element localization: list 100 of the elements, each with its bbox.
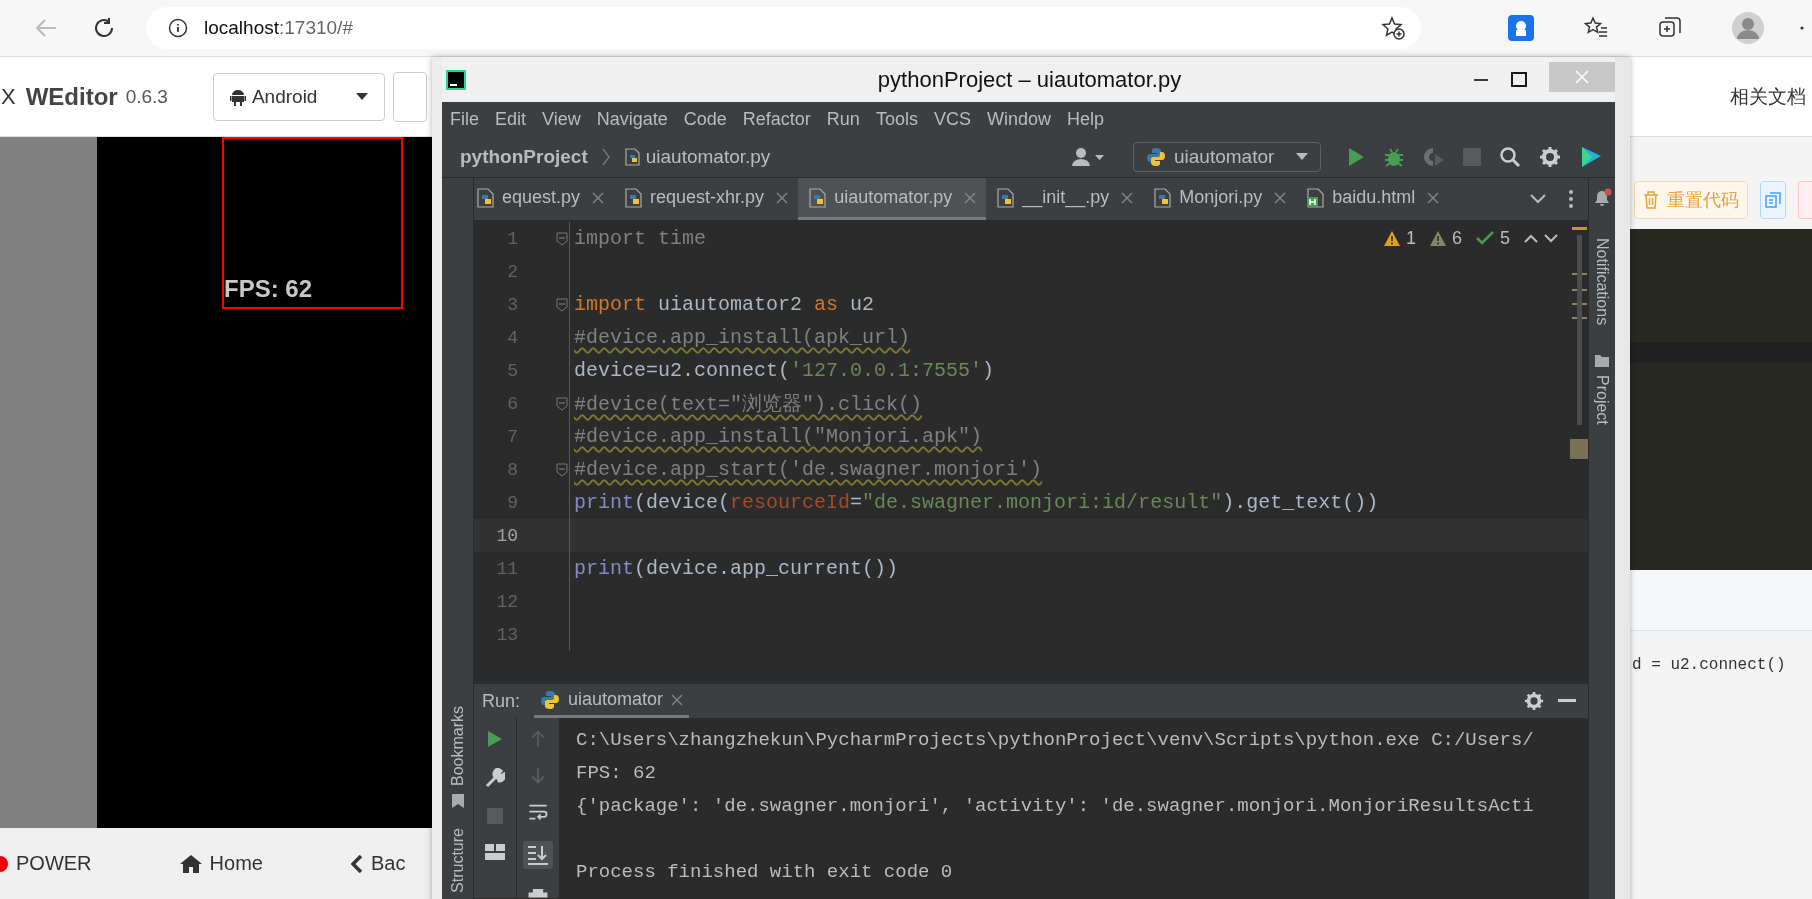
line-number: 5	[506, 360, 518, 381]
search-icon[interactable]	[1499, 145, 1521, 168]
menu-item[interactable]: File	[450, 108, 479, 130]
python-file-icon	[624, 187, 645, 208]
copy-button[interactable]	[1760, 181, 1786, 219]
code-line: device=u2.connect('127.0.0.1:7555')	[574, 359, 995, 382]
nav-button[interactable]: POWER	[0, 852, 92, 875]
menu-item[interactable]: Edit	[495, 108, 527, 130]
address-bar[interactable]: localhost:17310/#	[146, 7, 1421, 49]
menu-item[interactable]: Code	[683, 108, 727, 130]
editor-tab[interactable]: __init__.py	[986, 178, 1144, 220]
code-line: #device.app_install(apk_url)	[574, 326, 911, 349]
fold-icon[interactable]	[556, 297, 568, 312]
code-line: #device.app_start('de.swagner.monjori')	[574, 458, 1043, 481]
power-icon	[0, 855, 8, 872]
console-line: C:\Users\zhangzhekun\PycharmProjects\pythonProject\venv\Scripts\python.exe C:/Users/	[576, 728, 1535, 753]
python-file-icon	[623, 147, 642, 166]
wrench-icon[interactable]	[485, 768, 505, 788]
inspection-widget[interactable]: 1 6 5	[1383, 228, 1558, 249]
maximize-icon[interactable]	[1511, 71, 1527, 88]
menu-item[interactable]: View	[542, 108, 581, 130]
close-icon[interactable]	[776, 191, 789, 204]
menu-item[interactable]: Refactor	[742, 108, 811, 130]
close-icon[interactable]	[592, 191, 605, 204]
menu-item[interactable]: VCS	[933, 108, 971, 130]
menu-item[interactable]: Window	[986, 108, 1051, 130]
trash-icon	[1643, 191, 1659, 209]
chevron-down-icon[interactable]	[1530, 194, 1546, 204]
code-text: d = u2.connect()	[1631, 656, 1786, 674]
editor-tab[interactable]: baidu.html	[1296, 178, 1450, 220]
add-favorite-icon[interactable]	[1381, 16, 1405, 40]
logo-fragment: X	[1, 83, 16, 110]
close-icon[interactable]	[964, 191, 977, 204]
print-icon[interactable]	[527, 889, 549, 898]
run-icon[interactable]	[487, 730, 503, 748]
avatar-icon[interactable]	[1732, 12, 1764, 44]
breadcrumb-item[interactable]: uiautomator.py	[623, 145, 771, 168]
editor-tab[interactable]: request-xhr.py	[614, 178, 799, 220]
info-icon[interactable]	[168, 18, 188, 38]
line-number: 2	[506, 261, 518, 282]
python-file-icon	[476, 187, 496, 208]
coverage-icon[interactable]	[1423, 145, 1445, 168]
version-text: 0.6.3	[125, 85, 168, 108]
line-number: 1	[506, 228, 518, 249]
fold-icon[interactable]	[556, 231, 568, 246]
close-icon[interactable]	[1274, 191, 1287, 204]
settings-icon[interactable]	[1539, 145, 1561, 168]
fold-icon[interactable]	[556, 462, 568, 477]
run-icon[interactable]	[1347, 146, 1365, 167]
nav-button[interactable]: Home	[179, 852, 263, 875]
minimize-icon[interactable]	[1558, 699, 1576, 703]
editor-tab[interactable]: uiautomator.py	[798, 178, 987, 220]
notification-icon[interactable]	[1592, 188, 1612, 208]
close-icon[interactable]	[671, 693, 684, 706]
layout-icon[interactable]	[485, 844, 505, 860]
refresh-icon[interactable]	[92, 16, 116, 40]
platform-select[interactable]: Android	[212, 72, 385, 121]
chevron-left-icon	[350, 854, 363, 873]
panel-label: Run:	[482, 690, 521, 712]
scroll-to-end-icon	[527, 845, 549, 866]
extension-icon[interactable]	[1508, 15, 1534, 41]
menu-item[interactable]: Run	[826, 108, 860, 130]
settings-icon[interactable]	[1524, 691, 1544, 711]
select-field[interactable]	[392, 71, 427, 122]
menu-item[interactable]: Tools	[875, 108, 918, 130]
warning-icon	[1429, 231, 1446, 246]
nav-button[interactable]: Bac	[350, 852, 406, 875]
folder-icon	[1595, 355, 1609, 368]
check-icon	[1476, 231, 1494, 246]
user-icon[interactable]	[1071, 146, 1105, 167]
soft-wrap-icon[interactable]	[527, 804, 549, 822]
close-icon[interactable]	[1427, 191, 1440, 204]
editor-tab[interactable]: Monjori.py	[1143, 178, 1297, 220]
run-config-select[interactable]: uiautomator	[1133, 141, 1321, 172]
home-icon	[179, 854, 202, 873]
notifications-tab[interactable]: Notifications	[1593, 238, 1611, 326]
scroll-to-end-button[interactable]	[523, 841, 553, 870]
project-tab[interactable]: Project	[1593, 355, 1611, 425]
code-line: import uiautomator2 as u2	[574, 293, 875, 316]
docs-link[interactable]: 相关文档	[1730, 83, 1812, 110]
console-line: Process finished with exit code 0	[576, 860, 954, 885]
breadcrumb-item[interactable]: pythonProject	[460, 145, 588, 168]
collections-icon[interactable]	[1658, 16, 1682, 40]
close-icon[interactable]	[1121, 191, 1134, 204]
line-number: 6	[506, 393, 518, 414]
menu-item[interactable]: Help	[1066, 108, 1104, 130]
console-line: {'package': 'de.swagner.monjori', 'activity': 'de.swagner.monjori.MonjoriResultsActi	[576, 794, 1535, 819]
bookmarks-tab[interactable]: Bookmarks	[448, 706, 467, 809]
favorites-icon[interactable]	[1584, 16, 1608, 40]
android-icon	[229, 87, 246, 106]
line-number: 10	[495, 525, 518, 546]
fold-icon[interactable]	[556, 396, 568, 411]
logo-icon[interactable]	[1579, 144, 1603, 169]
more-icon[interactable]	[1568, 189, 1574, 209]
caret-icon	[355, 93, 368, 100]
python-icon	[1146, 146, 1166, 167]
menu-item[interactable]: Navigate	[596, 108, 668, 130]
code-line: #device.app_install("Monjori.apk")	[574, 425, 983, 448]
editor-tab[interactable]: equest.py	[474, 178, 615, 220]
structure-tab[interactable]: Structure	[448, 828, 467, 893]
